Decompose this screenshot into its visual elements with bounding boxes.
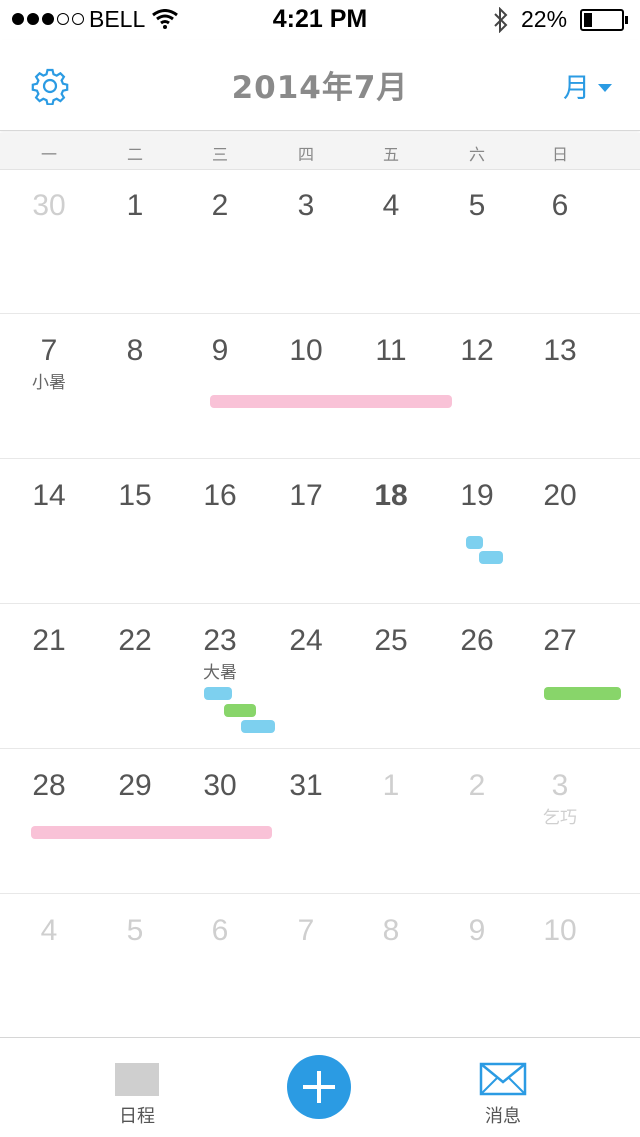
- day-cell[interactable]: 20: [525, 479, 595, 513]
- day-cell[interactable]: 9: [185, 334, 255, 368]
- day-cell[interactable]: 2: [442, 769, 512, 803]
- day-cell[interactable]: 3: [271, 189, 341, 223]
- day-cell[interactable]: 9: [442, 914, 512, 948]
- weekday-label: 四: [297, 145, 314, 164]
- battery-percent: 22%: [521, 6, 568, 32]
- weekday-label: 一: [40, 145, 57, 164]
- day-cell[interactable]: 10: [271, 334, 341, 368]
- day-cell[interactable]: 12: [442, 334, 512, 368]
- weekday-label: 二: [126, 145, 143, 164]
- tab-label: 消息: [485, 1106, 521, 1127]
- solar-term-label: 小暑: [32, 373, 66, 393]
- day-cell[interactable]: 27: [525, 624, 595, 658]
- day-cell[interactable]: 21: [14, 624, 84, 658]
- day-cell[interactable]: 29: [100, 769, 170, 803]
- day-cell[interactable]: 25: [356, 624, 426, 658]
- day-cell[interactable]: 10: [525, 914, 595, 948]
- add-event-button[interactable]: [287, 1055, 351, 1119]
- status-bar: BELL 4:21 PM 22%: [0, 0, 640, 40]
- day-cell[interactable]: 15: [100, 479, 170, 513]
- bluetooth-icon: [494, 7, 508, 33]
- day-cell[interactable]: 4: [14, 914, 84, 948]
- event-bar[interactable]: [241, 720, 275, 733]
- day-cell[interactable]: 5: [442, 189, 512, 223]
- day-cell[interactable]: 1: [100, 189, 170, 223]
- day-cell[interactable]: 23: [185, 624, 255, 658]
- dropdown-caret-icon: [598, 83, 612, 92]
- week-row: 4 5 6 7 8 9 10: [0, 894, 640, 1039]
- weekday-header: 一 二 三 四 五 六 日: [0, 133, 640, 170]
- day-cell[interactable]: 31: [271, 769, 341, 803]
- weekday-label: 三: [211, 145, 228, 164]
- day-cell[interactable]: 14: [14, 479, 84, 513]
- day-cell[interactable]: 24: [271, 624, 341, 658]
- solar-term-label: 大暑: [203, 663, 237, 683]
- day-cell[interactable]: 17: [271, 479, 341, 513]
- month-grid: 30 1 2 3 4 5 6 7 小暑 8 9 10 11 12 13 14 1…: [0, 169, 640, 1039]
- day-cell[interactable]: 8: [100, 334, 170, 368]
- view-mode-selector[interactable]: 月: [563, 66, 612, 105]
- day-cell[interactable]: 8: [356, 914, 426, 948]
- day-cell[interactable]: 1: [356, 769, 426, 803]
- day-cell[interactable]: 6: [525, 189, 595, 223]
- day-cell[interactable]: 2: [185, 189, 255, 223]
- view-mode-label: 月: [563, 73, 590, 104]
- day-cell[interactable]: 4: [356, 189, 426, 223]
- today-cell[interactable]: 18: [356, 479, 426, 513]
- calendar-icon: [115, 1063, 159, 1096]
- week-row: 28 29 30 31 1 2 3 乞巧: [0, 749, 640, 894]
- event-bar[interactable]: [31, 826, 272, 839]
- event-bar[interactable]: [210, 395, 452, 408]
- week-row: 30 1 2 3 4 5 6: [0, 169, 640, 314]
- week-row: 14 15 16 17 18 19 20: [0, 459, 640, 604]
- battery-icon: [580, 9, 628, 31]
- day-cell[interactable]: 5: [100, 914, 170, 948]
- day-cell[interactable]: 30: [14, 189, 84, 223]
- event-bar[interactable]: [466, 536, 483, 549]
- event-bar[interactable]: [544, 687, 621, 700]
- solar-term-label: 乞巧: [543, 808, 577, 828]
- day-cell[interactable]: 28: [14, 769, 84, 803]
- day-cell[interactable]: 7: [14, 334, 84, 368]
- week-row: 7 小暑 8 9 10 11 12 13: [0, 314, 640, 459]
- mail-icon: [479, 1062, 527, 1096]
- day-cell[interactable]: 19: [442, 479, 512, 513]
- weekday-label: 日: [551, 145, 568, 164]
- event-bar[interactable]: [204, 687, 232, 700]
- event-bar[interactable]: [224, 704, 256, 717]
- tab-schedule[interactable]: 日程: [77, 1038, 197, 1137]
- week-row: 21 22 23 大暑 24 25 26 27: [0, 604, 640, 749]
- day-cell[interactable]: 7: [271, 914, 341, 948]
- tab-label: 日程: [119, 1106, 155, 1127]
- day-cell[interactable]: 3: [525, 769, 595, 803]
- day-cell[interactable]: 30: [185, 769, 255, 803]
- weekday-label: 六: [468, 145, 485, 164]
- tab-bar: 日程 消息: [0, 1037, 640, 1137]
- day-cell[interactable]: 6: [185, 914, 255, 948]
- day-cell[interactable]: 26: [442, 624, 512, 658]
- day-cell[interactable]: 16: [185, 479, 255, 513]
- month-title: 2014年7月: [231, 70, 409, 106]
- day-cell[interactable]: 11: [356, 334, 426, 368]
- day-cell[interactable]: 13: [525, 334, 595, 368]
- weekday-label: 五: [382, 145, 399, 164]
- tab-messages[interactable]: 消息: [443, 1038, 563, 1137]
- calendar-header: 2014年7月 月: [0, 40, 640, 131]
- event-bar[interactable]: [479, 551, 503, 564]
- day-cell[interactable]: 22: [100, 624, 170, 658]
